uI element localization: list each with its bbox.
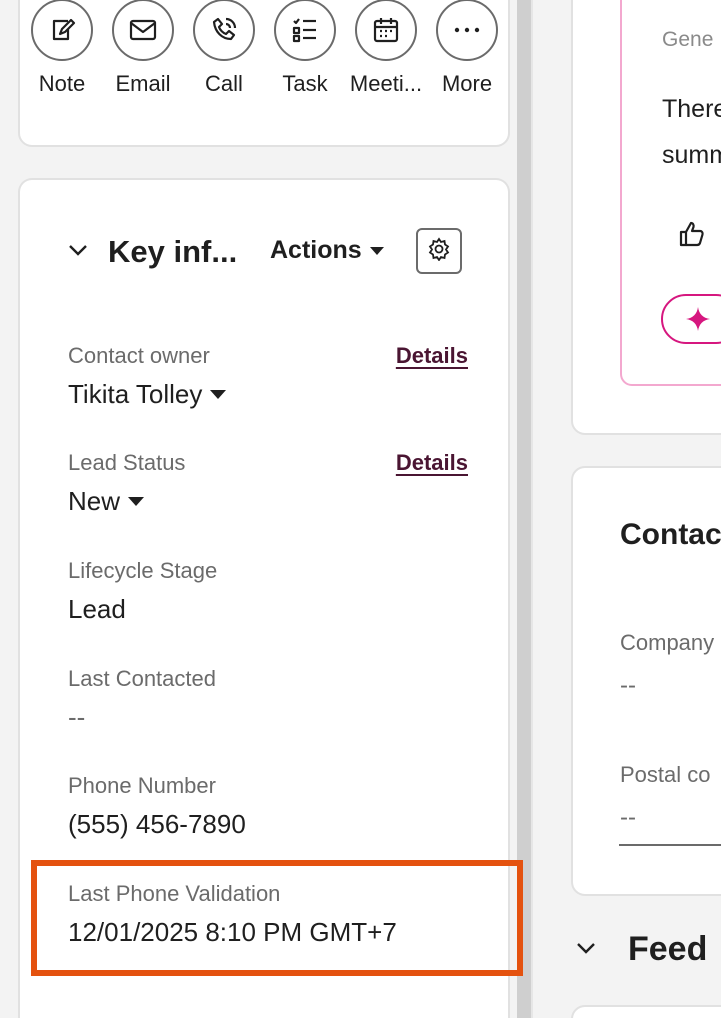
lead-status-details-link[interactable]: Details bbox=[396, 450, 468, 476]
note-icon bbox=[31, 0, 93, 61]
property-value: New bbox=[68, 486, 121, 516]
thumbs-up-icon[interactable] bbox=[678, 220, 706, 253]
property-value: Tikita Tolley bbox=[68, 379, 203, 409]
company-label: Company bbox=[620, 630, 715, 655]
email-label: Email bbox=[115, 71, 171, 96]
ai-summary-line: summ bbox=[662, 141, 721, 169]
ai-summary-text: There summ bbox=[662, 86, 721, 178]
company-value[interactable]: -- bbox=[620, 672, 636, 700]
lead-status-dropdown[interactable]: New bbox=[68, 486, 468, 517]
task-button[interactable]: Task bbox=[265, 0, 345, 97]
caret-down-icon bbox=[369, 246, 384, 255]
meeting-button[interactable]: Meeti... bbox=[346, 0, 426, 97]
settings-button[interactable] bbox=[416, 228, 462, 274]
property-label: Lifecycle Stage bbox=[68, 558, 218, 583]
phone-number-value[interactable]: (555) 456-7890 bbox=[68, 809, 468, 840]
chevron-down-icon[interactable] bbox=[576, 941, 596, 959]
gear-icon bbox=[427, 236, 451, 266]
property-last-contacted: Last Contacted -- bbox=[68, 666, 468, 733]
caret-down-icon bbox=[210, 390, 227, 399]
key-info-title: Key inf... bbox=[108, 234, 238, 269]
feed-title: Feed bbox=[628, 930, 708, 968]
note-button[interactable]: Note bbox=[22, 0, 102, 97]
property-contact-owner: Contact owner Details Tikita Tolley bbox=[68, 343, 468, 410]
contact-owner-details-link[interactable]: Details bbox=[396, 343, 468, 369]
chevron-down-icon[interactable] bbox=[68, 243, 88, 261]
contact-owner-dropdown[interactable]: Tikita Tolley bbox=[68, 379, 468, 410]
ai-summary-subtitle: Gene bbox=[662, 28, 714, 51]
task-icon bbox=[274, 0, 336, 61]
call-label: Call bbox=[205, 71, 243, 96]
property-label: Last Contacted bbox=[68, 666, 216, 691]
meeting-icon bbox=[355, 0, 417, 61]
postal-code-input[interactable]: -- bbox=[620, 804, 636, 832]
call-icon bbox=[193, 0, 255, 61]
postal-code-label: Postal co bbox=[620, 762, 711, 787]
activity-buttons-card: Note Email Call Task Meeti... More bbox=[18, 0, 510, 147]
contact-card-title: Contac bbox=[620, 518, 721, 551]
actions-dropdown[interactable]: Actions bbox=[270, 236, 384, 265]
lifecycle-stage-value[interactable]: Lead bbox=[68, 594, 468, 625]
property-lifecycle-stage: Lifecycle Stage Lead bbox=[68, 558, 468, 625]
key-info-header[interactable]: Key inf... bbox=[68, 234, 237, 270]
ai-action-button[interactable] bbox=[661, 294, 721, 344]
property-phone-number: Phone Number (555) 456-7890 bbox=[68, 773, 468, 840]
more-icon bbox=[436, 0, 498, 61]
property-lead-status: Lead Status Details New bbox=[68, 450, 468, 517]
call-button[interactable]: Call bbox=[184, 0, 264, 97]
meeting-label: Meeti... bbox=[349, 71, 423, 96]
task-label: Task bbox=[282, 71, 328, 96]
highlight-box bbox=[31, 860, 523, 976]
more-label: More bbox=[441, 71, 493, 96]
feed-card bbox=[571, 1005, 721, 1018]
note-label: Note bbox=[38, 71, 86, 96]
input-underline bbox=[619, 844, 721, 846]
sparkle-icon bbox=[685, 306, 711, 337]
feed-header[interactable]: Feed bbox=[576, 930, 707, 969]
actions-label: Actions bbox=[270, 236, 362, 264]
email-button[interactable]: Email bbox=[103, 0, 183, 97]
caret-down-icon bbox=[128, 497, 145, 506]
property-label: Phone Number bbox=[68, 773, 216, 798]
last-contacted-value[interactable]: -- bbox=[68, 702, 468, 733]
email-icon bbox=[112, 0, 174, 61]
ai-summary-line: There bbox=[662, 95, 721, 123]
more-button[interactable]: More bbox=[427, 0, 507, 97]
